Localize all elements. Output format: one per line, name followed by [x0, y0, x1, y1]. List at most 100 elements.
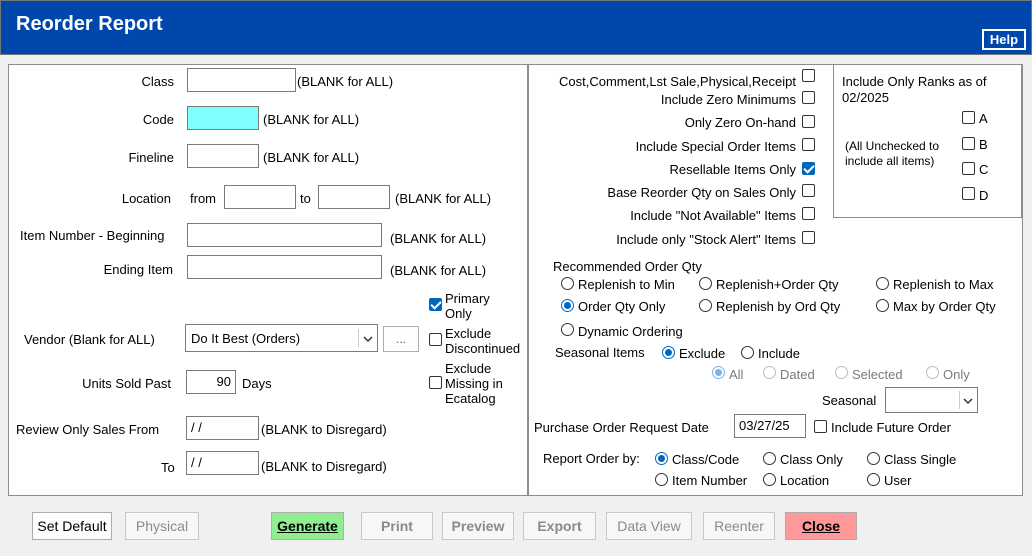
review-to-input[interactable]: / /	[186, 451, 259, 475]
window-title: Reorder Report	[16, 13, 163, 35]
review-to-hint: (BLANK to Disregard)	[261, 459, 387, 474]
vendor-browse-button[interactable]: ...	[383, 326, 419, 352]
seasonal-sub-radio[interactable]	[835, 366, 848, 379]
rec-title: Recommended Order Qty	[553, 259, 702, 274]
check-base-reorder[interactable]	[802, 184, 815, 197]
code-hint: (BLANK for ALL)	[263, 112, 360, 127]
rec-option: Replenish by Ord Qty	[716, 299, 841, 314]
check-zero-minimums[interactable]	[802, 91, 815, 104]
reenter-button[interactable]: Reenter	[703, 512, 775, 540]
ranks-note: (All Unchecked to include all items)	[845, 139, 940, 168]
seasonal-radio[interactable]	[662, 346, 675, 359]
units-sold-label: Units Sold Past	[82, 376, 171, 391]
check-label: Base Reorder Qty on Sales Only	[607, 185, 796, 200]
code-input[interactable]	[187, 106, 259, 130]
item-begin-label: Item Number - Beginning	[20, 228, 165, 243]
fineline-hint: (BLANK for ALL)	[263, 150, 360, 165]
exclude-missing-label: Exclude Missing in Ecatalog	[445, 361, 503, 406]
review-from-input[interactable]: / /	[186, 416, 259, 440]
rec-radio[interactable]	[561, 299, 574, 312]
review-to-label: To	[161, 460, 175, 475]
set-default-button[interactable]: Set Default	[32, 512, 112, 540]
seasonal-label: Seasonal Items	[555, 345, 645, 360]
rank-label: A	[979, 111, 988, 126]
rank-label: D	[979, 188, 989, 203]
report-order-label: Report Order by:	[543, 451, 640, 466]
vendor-value: Do It Best (Orders)	[191, 331, 301, 346]
location-hint: (BLANK for ALL)	[395, 191, 492, 206]
location-from-input[interactable]	[224, 185, 296, 209]
check-resellable[interactable]	[802, 162, 815, 175]
chevron-down-icon	[363, 336, 373, 343]
rank-label: B	[979, 137, 988, 152]
report-order-option: Class Only	[780, 452, 843, 467]
item-begin-input[interactable]	[187, 223, 382, 247]
rec-radio[interactable]	[876, 277, 889, 290]
rec-radio[interactable]	[699, 277, 712, 290]
help-button[interactable]: Help	[982, 29, 1026, 50]
rank-label: C	[979, 162, 989, 177]
seasonal-sub-option: All	[729, 367, 744, 382]
seasonal-sub-option: Only	[943, 367, 970, 382]
rec-option: Order Qty Only	[578, 299, 666, 314]
rec-option: Dynamic Ordering	[578, 324, 683, 339]
report-order-option: Class/Code	[672, 452, 740, 467]
location-label: Location	[121, 191, 171, 206]
report-order-radio[interactable]	[655, 452, 668, 465]
check-zero-onhand[interactable]	[802, 115, 815, 128]
report-order-radio[interactable]	[655, 473, 668, 486]
report-order-radio[interactable]	[867, 473, 880, 486]
units-sold-unit: Days	[242, 376, 272, 391]
check-cost-comment[interactable]	[802, 69, 815, 82]
rank-a-checkbox[interactable]	[962, 111, 975, 124]
primary-only-checkbox[interactable]	[429, 298, 442, 311]
units-sold-input[interactable]: 90	[186, 370, 236, 394]
generate-button[interactable]: Generate	[271, 512, 344, 540]
seasonal-select[interactable]	[885, 387, 978, 413]
check-not-available[interactable]	[802, 207, 815, 220]
exclude-discontinued-checkbox[interactable]	[429, 333, 442, 346]
primary-only-label: Primary Only	[445, 291, 490, 321]
close-button[interactable]: Close	[785, 512, 857, 540]
future-order-checkbox[interactable]	[814, 420, 827, 433]
check-special-order[interactable]	[802, 138, 815, 151]
code-label: Code	[142, 112, 174, 127]
po-date-label: Purchase Order Request Date	[534, 420, 709, 435]
item-end-input[interactable]	[187, 255, 382, 279]
report-order-radio[interactable]	[763, 473, 776, 486]
data-view-button[interactable]: Data View	[606, 512, 692, 540]
preview-button[interactable]: Preview	[442, 512, 514, 540]
print-button[interactable]: Print	[361, 512, 433, 540]
class-input[interactable]	[187, 68, 296, 92]
vendor-label: Vendor (Blank for ALL)	[24, 332, 155, 347]
vendor-select[interactable]: Do It Best (Orders)	[185, 324, 378, 352]
check-label: Cost,Comment,Lst Sale,Physical,Receipt	[559, 74, 796, 89]
location-to-input[interactable]	[318, 185, 390, 209]
rec-radio[interactable]	[699, 299, 712, 312]
physical-button[interactable]: Physical	[125, 512, 199, 540]
check-stock-alert[interactable]	[802, 231, 815, 244]
class-label: Class	[141, 74, 174, 89]
rank-b-checkbox[interactable]	[962, 137, 975, 150]
seasonal-sub-radio[interactable]	[712, 366, 725, 379]
exclude-missing-checkbox[interactable]	[429, 376, 442, 389]
report-order-radio[interactable]	[763, 452, 776, 465]
po-date-input[interactable]: 03/27/25	[734, 414, 806, 438]
rank-d-checkbox[interactable]	[962, 187, 975, 200]
rec-radio[interactable]	[561, 323, 574, 336]
seasonal-sub-radio[interactable]	[926, 366, 939, 379]
rec-radio[interactable]	[876, 299, 889, 312]
future-order-label: Include Future Order	[831, 420, 951, 435]
rank-c-checkbox[interactable]	[962, 162, 975, 175]
fineline-input[interactable]	[187, 144, 259, 168]
seasonal-sub-option: Dated	[780, 367, 815, 382]
seasonal-radio[interactable]	[741, 346, 754, 359]
report-order-radio[interactable]	[867, 452, 880, 465]
export-button[interactable]: Export	[523, 512, 596, 540]
report-order-option: User	[884, 473, 912, 488]
rec-radio[interactable]	[561, 277, 574, 290]
review-from-hint: (BLANK to Disregard)	[261, 422, 387, 437]
check-label: Only Zero On-hand	[684, 115, 796, 130]
seasonal-sub-radio[interactable]	[763, 366, 776, 379]
rec-option: Max by Order Qty	[893, 299, 996, 314]
